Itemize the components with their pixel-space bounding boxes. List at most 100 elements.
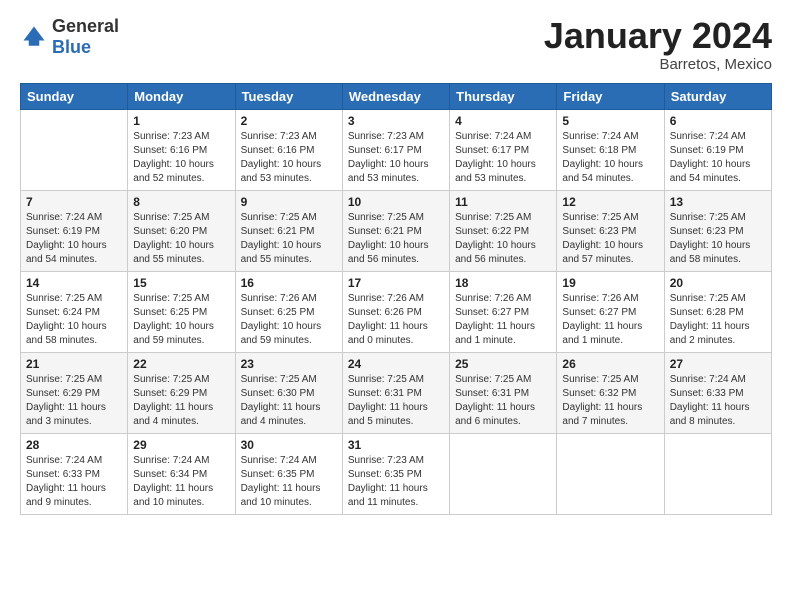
day-info: Sunrise: 7:26 AMSunset: 6:27 PMDaylight:… [562, 292, 658, 348]
calendar: Sunday Monday Tuesday Wednesday Thursday… [20, 83, 772, 515]
day-number: 28 [26, 438, 122, 452]
table-row: 12 Sunrise: 7:25 AMSunset: 6:23 PMDayligh… [557, 190, 664, 271]
day-info: Sunrise: 7:23 AMSunset: 6:17 PMDaylight:… [348, 130, 444, 186]
day-info: Sunrise: 7:26 AMSunset: 6:27 PMDaylight:… [455, 292, 551, 348]
day-number: 18 [455, 276, 551, 290]
table-row: 22 Sunrise: 7:25 AMSunset: 6:29 PMDayligh… [128, 352, 235, 433]
day-info: Sunrise: 7:25 AMSunset: 6:24 PMDaylight:… [26, 292, 122, 348]
day-info: Sunrise: 7:24 AMSunset: 6:33 PMDaylight:… [26, 454, 122, 510]
day-number: 31 [348, 438, 444, 452]
day-info: Sunrise: 7:25 AMSunset: 6:25 PMDaylight:… [133, 292, 229, 348]
col-friday: Friday [557, 83, 664, 109]
day-number: 1 [133, 114, 229, 128]
day-info: Sunrise: 7:25 AMSunset: 6:23 PMDaylight:… [562, 211, 658, 267]
title-location: Barretos, Mexico [544, 56, 772, 73]
table-row: 24 Sunrise: 7:25 AMSunset: 6:31 PMDayligh… [342, 352, 449, 433]
table-row: 2Sunrise: 7:23 AMSunset: 6:16 PMDaylight… [235, 109, 342, 190]
col-saturday: Saturday [664, 83, 771, 109]
logo-blue: Blue [52, 37, 91, 57]
logo-text: General Blue [52, 16, 119, 58]
day-number: 12 [562, 195, 658, 209]
day-number: 24 [348, 357, 444, 371]
table-row: 19 Sunrise: 7:26 AMSunset: 6:27 PMDayligh… [557, 271, 664, 352]
table-row: 31 Sunrise: 7:23 AMSunset: 6:35 PMDayligh… [342, 433, 449, 514]
day-number: 10 [348, 195, 444, 209]
calendar-week-row: 1 Sunrise: 7:23 AMSunset: 6:16 PMDaylight… [21, 109, 772, 190]
logo-icon [20, 23, 48, 51]
day-number: 21 [26, 357, 122, 371]
table-row [21, 109, 128, 190]
day-number: 25 [455, 357, 551, 371]
table-row: 8 Sunrise: 7:25 AMSunset: 6:20 PMDaylight… [128, 190, 235, 271]
day-number: 5 [562, 114, 658, 128]
calendar-week-row: 21 Sunrise: 7:25 AMSunset: 6:29 PMDayligh… [21, 352, 772, 433]
logo-general: General [52, 16, 119, 36]
day-number: 11 [455, 195, 551, 209]
col-thursday: Thursday [450, 83, 557, 109]
table-row: 13Sunrise: 7:25 AMSunset: 6:23 PMDayligh… [664, 190, 771, 271]
calendar-week-row: 7Sunrise: 7:24 AMSunset: 6:19 PMDaylight… [21, 190, 772, 271]
day-info: Sunrise: 7:25 AMSunset: 6:31 PMDaylight:… [348, 373, 444, 429]
table-row [557, 433, 664, 514]
table-row: 10 Sunrise: 7:25 AMSunset: 6:21 PMDayligh… [342, 190, 449, 271]
day-info: Sunrise: 7:24 AMSunset: 6:19 PMDaylight:… [670, 130, 766, 186]
day-number: 9 [241, 195, 337, 209]
day-number: 8 [133, 195, 229, 209]
table-row: 7Sunrise: 7:24 AMSunset: 6:19 PMDaylight… [21, 190, 128, 271]
day-number: 20 [670, 276, 766, 290]
table-row: 6Sunrise: 7:24 AMSunset: 6:19 PMDaylight… [664, 109, 771, 190]
day-info: Sunrise: 7:26 AMSunset: 6:26 PMDaylight:… [348, 292, 444, 348]
day-number: 29 [133, 438, 229, 452]
day-number: 17 [348, 276, 444, 290]
day-info: Sunrise: 7:25 AMSunset: 6:20 PMDaylight:… [133, 211, 229, 267]
table-row: 20 Sunrise: 7:25 AMSunset: 6:28 PMDayligh… [664, 271, 771, 352]
title-month: January 2024 [544, 16, 772, 56]
table-row: 5 Sunrise: 7:24 AMSunset: 6:18 PMDaylight… [557, 109, 664, 190]
table-row [664, 433, 771, 514]
day-info: Sunrise: 7:25 AMSunset: 6:22 PMDaylight:… [455, 211, 551, 267]
table-row: 29 Sunrise: 7:24 AMSunset: 6:34 PMDayligh… [128, 433, 235, 514]
col-wednesday: Wednesday [342, 83, 449, 109]
day-info: Sunrise: 7:25 AMSunset: 6:29 PMDaylight:… [26, 373, 122, 429]
day-info: Sunrise: 7:25 AMSunset: 6:32 PMDaylight:… [562, 373, 658, 429]
day-info: Sunrise: 7:24 AMSunset: 6:17 PMDaylight:… [455, 130, 551, 186]
day-info: Sunrise: 7:23 AMSunset: 6:16 PMDaylight:… [133, 130, 229, 186]
day-info: Sunrise: 7:25 AMSunset: 6:23 PMDaylight:… [670, 211, 766, 267]
day-info: Sunrise: 7:26 AMSunset: 6:25 PMDaylight:… [241, 292, 337, 348]
day-number: 30 [241, 438, 337, 452]
col-sunday: Sunday [21, 83, 128, 109]
table-row: 27 Sunrise: 7:24 AMSunset: 6:33 PMDayligh… [664, 352, 771, 433]
table-row: 16 Sunrise: 7:26 AMSunset: 6:25 PMDayligh… [235, 271, 342, 352]
title-block: January 2024 Barretos, Mexico [544, 16, 772, 73]
day-info: Sunrise: 7:24 AMSunset: 6:33 PMDaylight:… [670, 373, 766, 429]
day-number: 15 [133, 276, 229, 290]
logo: General Blue [20, 16, 119, 58]
table-row: 18 Sunrise: 7:26 AMSunset: 6:27 PMDayligh… [450, 271, 557, 352]
table-row: 28 Sunrise: 7:24 AMSunset: 6:33 PMDayligh… [21, 433, 128, 514]
day-number: 3 [348, 114, 444, 128]
table-row: 1 Sunrise: 7:23 AMSunset: 6:16 PMDaylight… [128, 109, 235, 190]
day-info: Sunrise: 7:25 AMSunset: 6:29 PMDaylight:… [133, 373, 229, 429]
day-number: 16 [241, 276, 337, 290]
table-row [450, 433, 557, 514]
table-row: 17 Sunrise: 7:26 AMSunset: 6:26 PMDayligh… [342, 271, 449, 352]
day-info: Sunrise: 7:25 AMSunset: 6:21 PMDaylight:… [241, 211, 337, 267]
day-info: Sunrise: 7:23 AMSunset: 6:16 PMDaylight:… [241, 130, 337, 186]
day-info: Sunrise: 7:23 AMSunset: 6:35 PMDaylight:… [348, 454, 444, 510]
table-row: 11 Sunrise: 7:25 AMSunset: 6:22 PMDayligh… [450, 190, 557, 271]
calendar-week-row: 14Sunrise: 7:25 AMSunset: 6:24 PMDayligh… [21, 271, 772, 352]
col-monday: Monday [128, 83, 235, 109]
day-number: 27 [670, 357, 766, 371]
day-info: Sunrise: 7:24 AMSunset: 6:18 PMDaylight:… [562, 130, 658, 186]
day-info: Sunrise: 7:25 AMSunset: 6:21 PMDaylight:… [348, 211, 444, 267]
day-info: Sunrise: 7:24 AMSunset: 6:34 PMDaylight:… [133, 454, 229, 510]
day-number: 4 [455, 114, 551, 128]
col-tuesday: Tuesday [235, 83, 342, 109]
day-number: 19 [562, 276, 658, 290]
header: General Blue January 2024 Barretos, Mexi… [20, 16, 772, 73]
day-info: Sunrise: 7:25 AMSunset: 6:28 PMDaylight:… [670, 292, 766, 348]
table-row: 15 Sunrise: 7:25 AMSunset: 6:25 PMDayligh… [128, 271, 235, 352]
day-number: 26 [562, 357, 658, 371]
table-row: 14Sunrise: 7:25 AMSunset: 6:24 PMDayligh… [21, 271, 128, 352]
day-number: 22 [133, 357, 229, 371]
